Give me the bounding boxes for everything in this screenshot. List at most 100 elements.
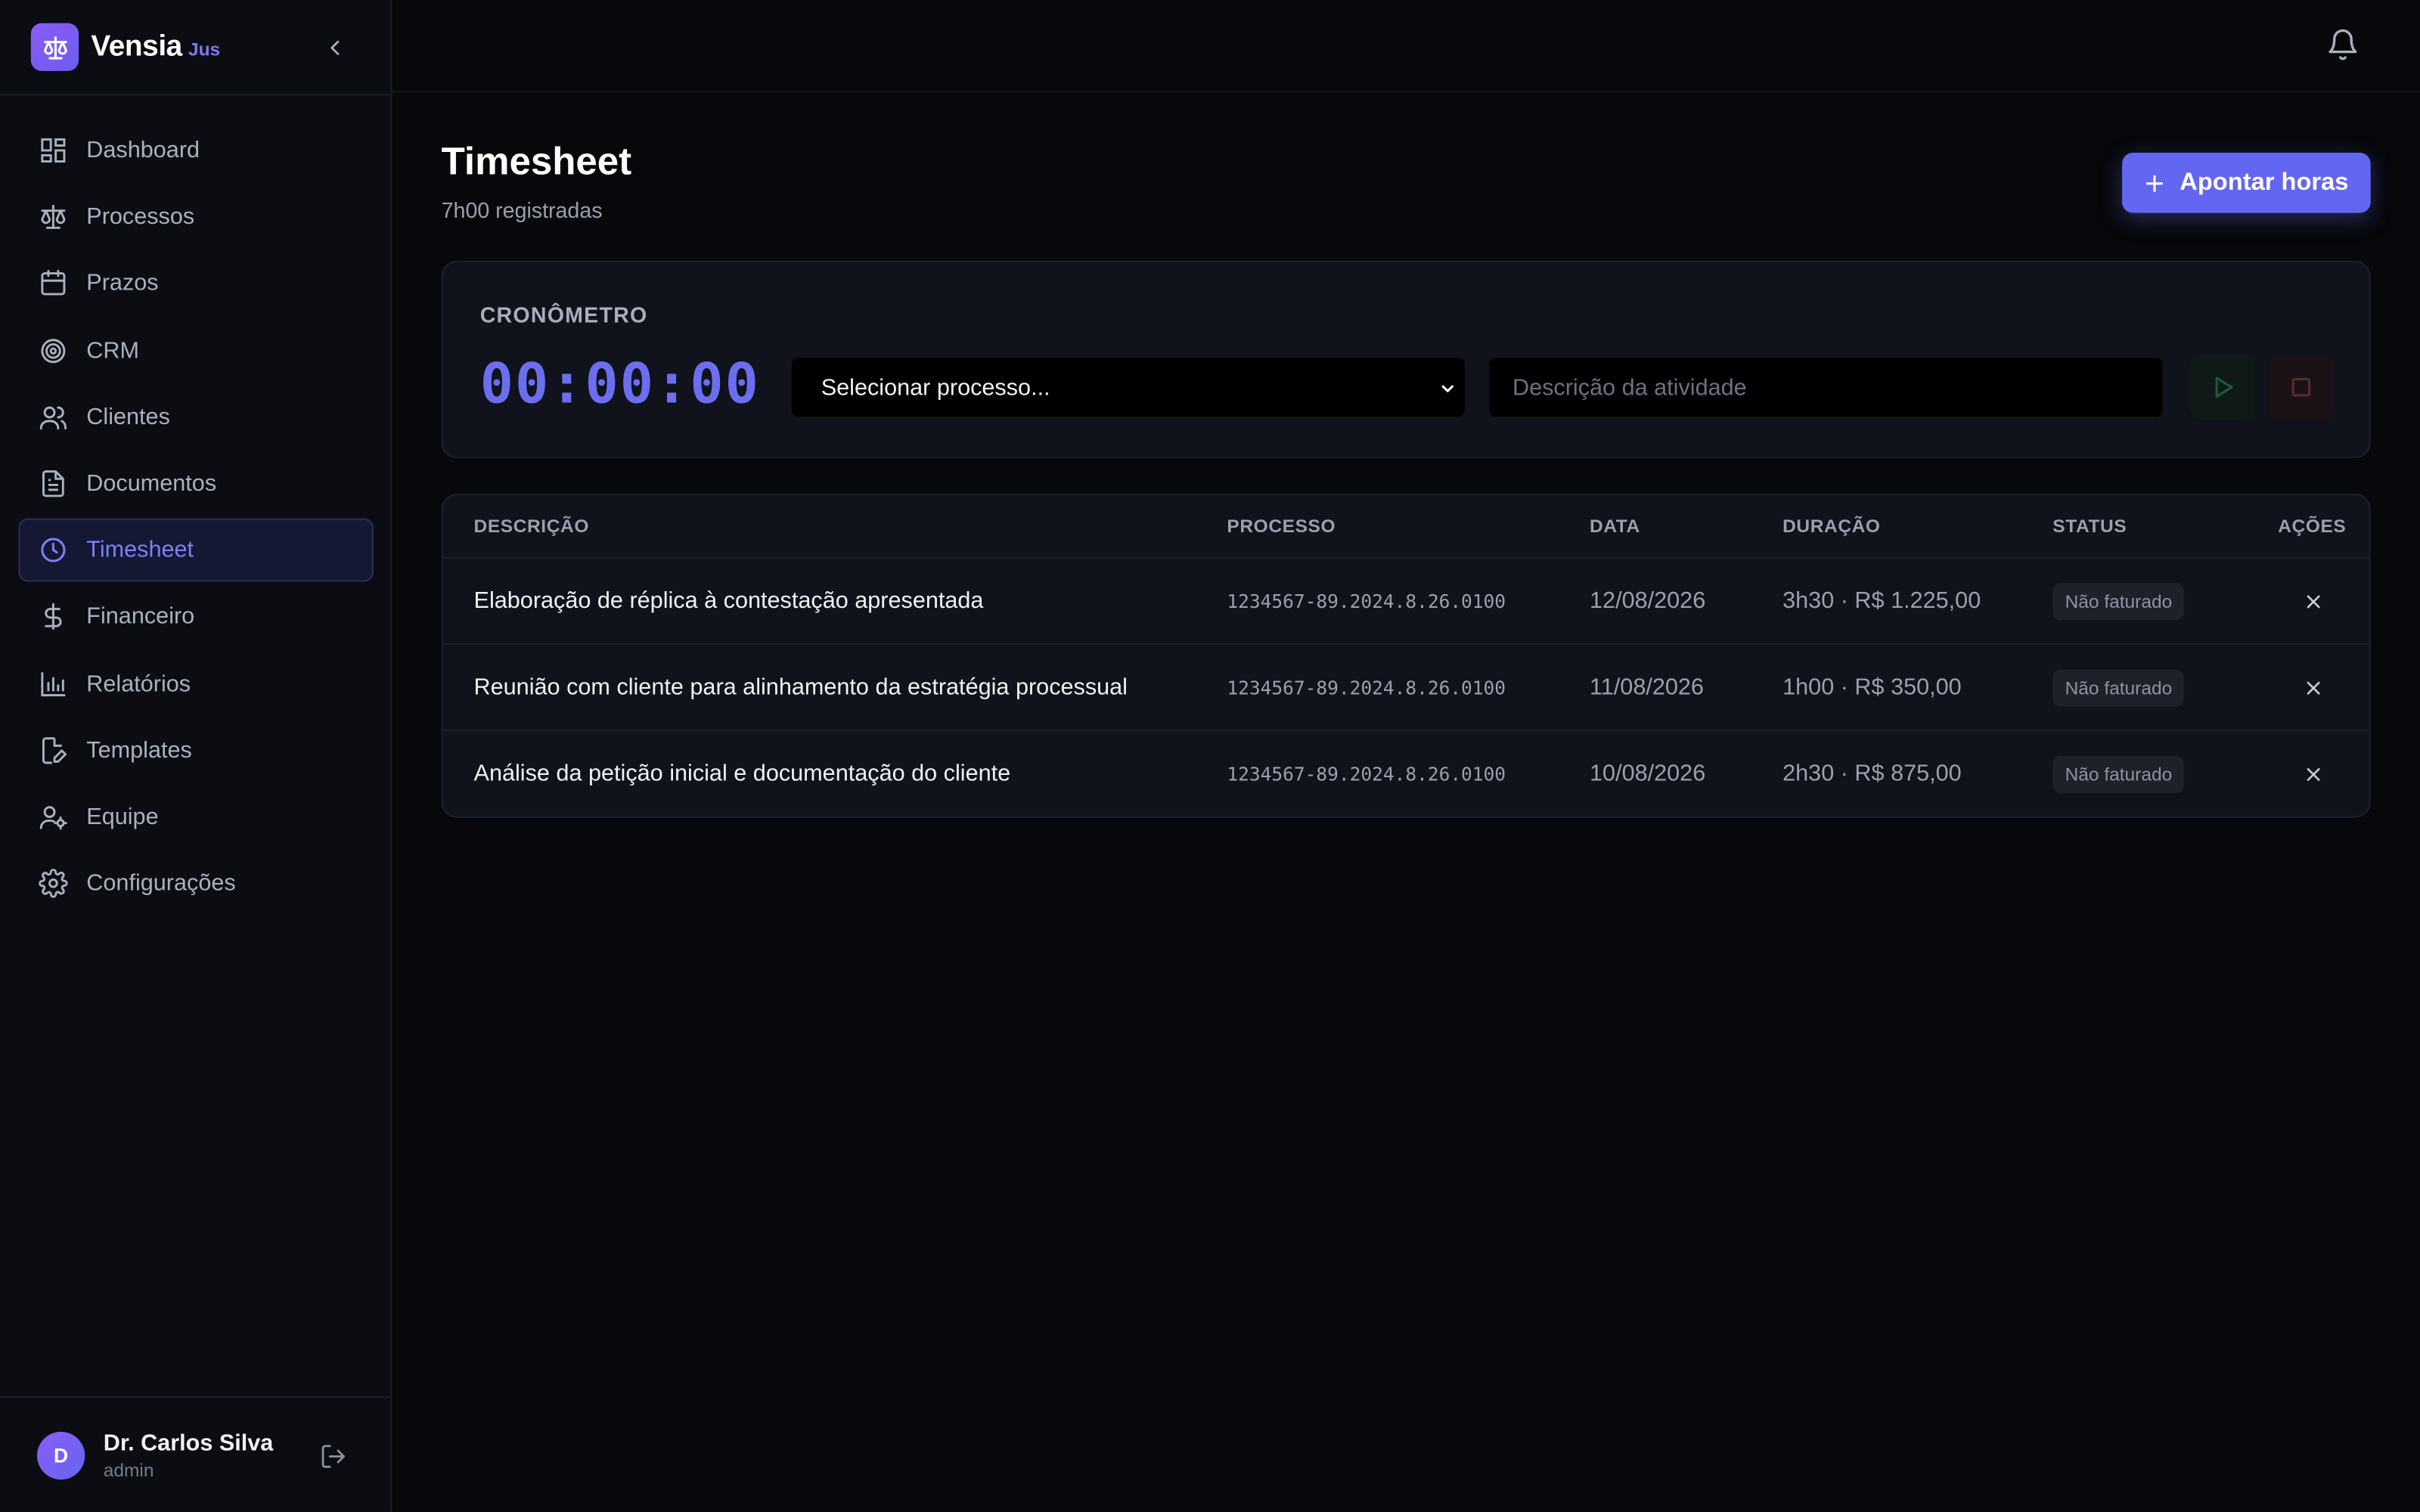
- page-title: Timesheet: [441, 140, 632, 184]
- dollar-icon: [37, 602, 68, 633]
- sidebar: Vensia Jus Dashboard Processos Prazos CR…: [0, 0, 392, 1512]
- table-row[interactable]: Análise da petição inicial e documentaçã…: [443, 731, 2369, 816]
- table-row[interactable]: Elaboração de réplica à contestação apre…: [442, 559, 2369, 646]
- row-duration: 2h30 · R$ 875,00: [1782, 761, 1962, 787]
- sidebar-item-label: Processos: [86, 203, 195, 231]
- notifications-button[interactable]: [2325, 28, 2360, 62]
- sidebar-item-equipe[interactable]: Equipe: [18, 785, 373, 849]
- user-panel: D Dr. Carlos Silva admin: [0, 1396, 392, 1512]
- sidebar-item-crm[interactable]: CRM: [18, 319, 373, 383]
- chevron-down-icon: [1441, 385, 1454, 392]
- file-text-icon: [37, 468, 68, 499]
- column-header-process: PROCESSO: [1227, 515, 1336, 538]
- column-header-actions: AÇÕES: [2278, 515, 2347, 538]
- delete-entry-button[interactable]: [2300, 674, 2328, 702]
- sidebar-item-timesheet[interactable]: Timesheet: [18, 518, 374, 582]
- collapse-sidebar-button[interactable]: [318, 31, 352, 65]
- sidebar-item-label: CRM: [86, 337, 140, 364]
- file-edit-icon: [37, 735, 68, 766]
- sidebar-item-documentos[interactable]: Documentos: [18, 452, 373, 516]
- target-icon: [37, 335, 68, 366]
- sidebar-item-label: Equipe: [86, 804, 159, 830]
- row-process: 1234567-89.2024.8.26.0100: [1227, 677, 1506, 699]
- status-badge: Não faturado: [2052, 755, 2185, 793]
- close-icon: [2307, 768, 2320, 781]
- bell-icon: [2328, 29, 2357, 60]
- chevron-left-icon: [330, 40, 340, 55]
- sidebar-item-label: Templates: [86, 736, 192, 764]
- status-badge: Não faturado: [2052, 583, 2185, 621]
- status-badge: Não faturado: [2052, 669, 2185, 707]
- sidebar-item-label: Clientes: [86, 404, 170, 430]
- table-row[interactable]: Reunião com cliente para alinhamento da …: [442, 645, 2369, 732]
- scale-icon: [37, 202, 68, 233]
- sidebar-item-configuracoes[interactable]: Configurações: [18, 852, 373, 916]
- scale-logo-icon: [30, 23, 79, 71]
- user-role: admin: [103, 1459, 154, 1482]
- column-header-description: DESCRIÇÃO: [473, 515, 590, 538]
- calendar-icon: [37, 268, 68, 299]
- sidebar-item-label: Documentos: [86, 470, 217, 497]
- logout-icon: [321, 1445, 345, 1468]
- timer-card: CRONÔMETRO 00:00:00 Selecionar processo.…: [441, 260, 2371, 459]
- row-date: 11/08/2026: [1590, 674, 1704, 701]
- topbar: [392, 0, 2420, 93]
- sidebar-nav: Dashboard Processos Prazos CRM Clientes …: [18, 119, 374, 919]
- clock-icon: [37, 534, 68, 565]
- stop-icon: [2291, 377, 2311, 397]
- row-description: Elaboração de réplica à contestação apre…: [473, 587, 984, 615]
- row-date: 12/08/2026: [1590, 587, 1706, 615]
- sidebar-item-relatorios[interactable]: Relatórios: [18, 652, 373, 715]
- sidebar-item-prazos[interactable]: Prazos: [18, 252, 373, 315]
- brand-tag: Jus: [188, 39, 221, 60]
- process-select[interactable]: Selecionar processo...: [790, 356, 1466, 419]
- row-duration: 1h00 · R$ 350,00: [1782, 674, 1962, 701]
- user-cog-icon: [37, 801, 68, 832]
- start-timer-button[interactable]: [2189, 355, 2255, 420]
- layout-dashboard-icon: [37, 135, 68, 166]
- sidebar-item-financeiro[interactable]: Financeiro: [18, 585, 373, 649]
- users-icon: [37, 401, 68, 432]
- sidebar-item-label: Financeiro: [86, 603, 195, 631]
- logout-button[interactable]: [319, 1442, 347, 1470]
- column-header-status: STATUS: [2052, 515, 2127, 538]
- sidebar-item-label: Prazos: [86, 270, 159, 297]
- bar-chart-icon: [37, 668, 68, 699]
- sidebar-item-label: Configurações: [86, 870, 236, 897]
- gear-icon: [37, 868, 68, 899]
- brand-name: Vensia: [91, 30, 182, 64]
- row-description: Análise da petição inicial e documentaçã…: [473, 761, 1011, 787]
- brand-header: Vensia Jus: [0, 0, 392, 96]
- row-description: Reunião com cliente para alinhamento da …: [473, 674, 1128, 701]
- row-duration: 3h30 · R$ 1.225,00: [1782, 587, 1981, 615]
- column-header-duration: DURAÇÃO: [1782, 515, 1881, 538]
- page-subtitle: 7h00 registradas: [441, 197, 603, 222]
- plus-icon: [2146, 174, 2164, 191]
- activity-description-input[interactable]: Descrição da atividade: [1488, 356, 2164, 419]
- sidebar-item-dashboard[interactable]: Dashboard: [18, 119, 373, 182]
- sidebar-item-label: Relatórios: [86, 670, 191, 697]
- sidebar-item-label: Timesheet: [86, 537, 194, 564]
- row-process: 1234567-89.2024.8.26.0100: [1227, 764, 1506, 785]
- apontar-horas-label: Apontar horas: [2180, 169, 2349, 196]
- avatar: D: [36, 1431, 85, 1480]
- timesheet-table: DESCRIÇÃO PROCESSO DATA DURAÇÃO STATUS A…: [441, 494, 2371, 818]
- close-icon: [2307, 595, 2320, 609]
- sidebar-item-clientes[interactable]: Clientes: [18, 386, 373, 449]
- sidebar-item-templates[interactable]: Templates: [18, 718, 373, 782]
- activity-description-placeholder: Descrição da atividade: [1512, 373, 1747, 401]
- close-icon: [2307, 681, 2320, 695]
- stop-timer-button[interactable]: [2268, 355, 2334, 420]
- row-process: 1234567-89.2024.8.26.0100: [1227, 590, 1506, 613]
- delete-entry-button[interactable]: [2300, 761, 2328, 789]
- timer-label: CRONÔMETRO: [479, 302, 648, 327]
- apontar-horas-button[interactable]: Apontar horas: [2122, 153, 2371, 213]
- table-header: DESCRIÇÃO PROCESSO DATA DURAÇÃO STATUS A…: [442, 495, 2369, 559]
- timer-display: 00:00:00: [479, 353, 760, 417]
- row-date: 10/08/2026: [1590, 761, 1706, 787]
- sidebar-item-label: Dashboard: [86, 137, 200, 164]
- user-name: Dr. Carlos Silva: [103, 1430, 274, 1457]
- column-header-date: DATA: [1590, 515, 1640, 538]
- sidebar-item-processos[interactable]: Processos: [18, 185, 373, 249]
- delete-entry-button[interactable]: [2300, 588, 2328, 616]
